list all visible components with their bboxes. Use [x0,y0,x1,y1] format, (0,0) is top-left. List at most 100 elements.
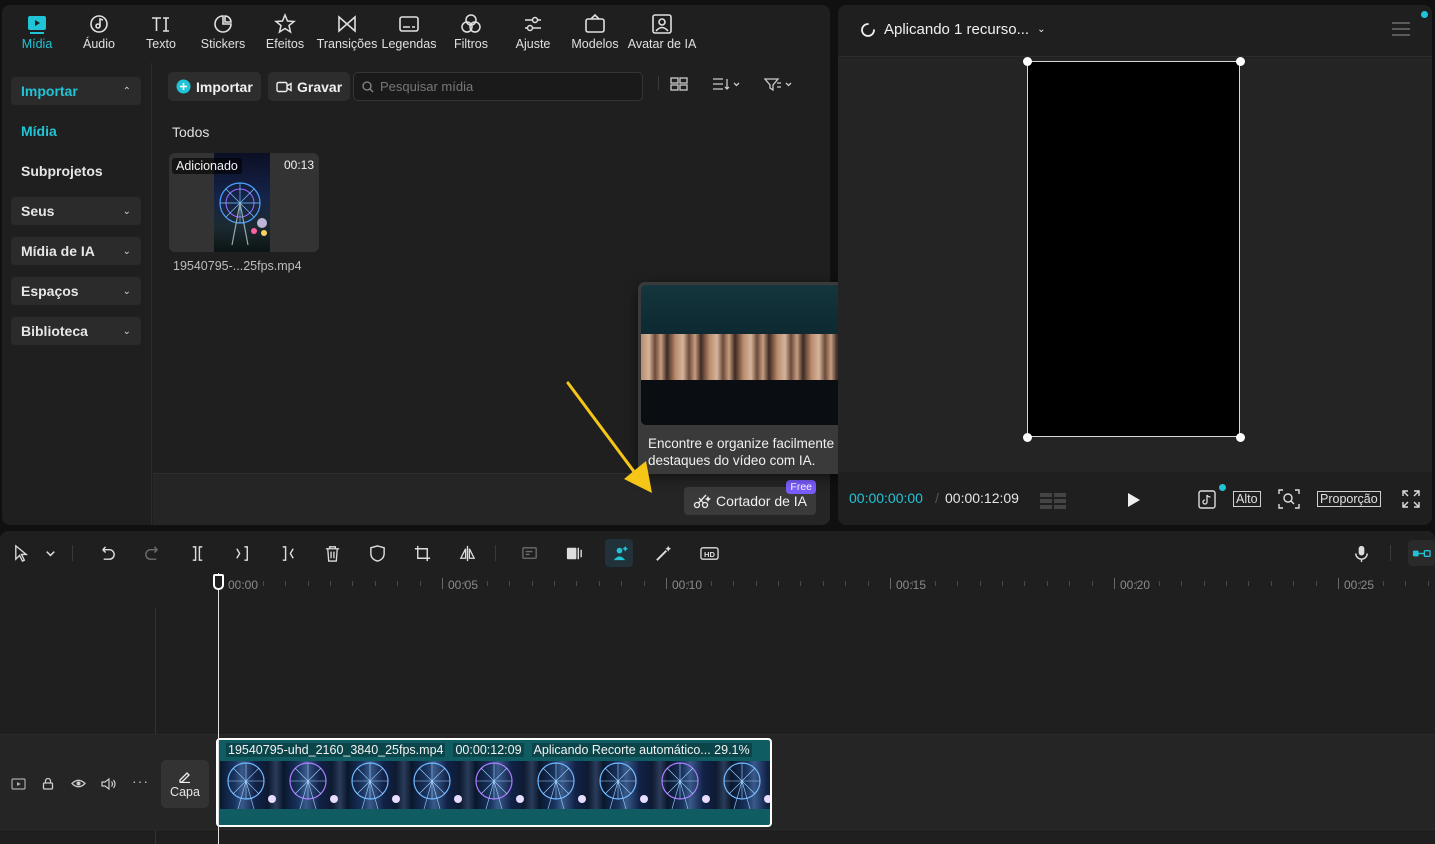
ruler-label: 00:10 [672,578,703,592]
sort-icon[interactable] [712,77,740,91]
hamburger-menu-icon[interactable] [1392,22,1410,36]
resize-handle[interactable] [1023,57,1032,66]
tab-audio[interactable]: Áudio [68,5,130,57]
sticker-icon [214,15,232,33]
import-button[interactable]: Importar [168,72,261,101]
microphone-icon[interactable] [1351,543,1371,563]
play-icon[interactable] [1127,492,1141,508]
file-name: 19540795-...25fps.mp4 [173,259,302,273]
record-button[interactable]: Gravar [268,72,351,101]
section-label: Todos [172,124,210,140]
added-badge: Adicionado [172,158,242,174]
tooltip-preview-image [641,285,855,425]
crop-icon[interactable] [412,543,432,563]
tab-transicoes[interactable]: Transições [316,5,378,57]
ruler-label: 00:00 [228,578,259,592]
trim-left-icon[interactable] [232,543,252,563]
hd-icon[interactable]: HD [699,543,719,563]
sidebar-item-biblioteca[interactable]: Biblioteca ⌄ [11,317,141,345]
separator [658,76,659,90]
playhead-line[interactable] [218,573,219,844]
tab-stickers[interactable]: Stickers [192,5,254,57]
trim-right-icon[interactable] [277,543,297,563]
resize-handle[interactable] [1023,433,1032,442]
loading-spinner-icon [861,22,875,37]
ruler-label: 00:20 [1120,578,1151,592]
volume-icon[interactable] [101,778,117,790]
tiktok-icon[interactable] [1198,489,1218,509]
grid-view-icon[interactable] [670,77,688,91]
magic-wand-icon[interactable] [653,543,673,563]
playhead-handle[interactable] [213,574,224,590]
quality-button[interactable]: Alto [1233,491,1261,507]
mirror-icon[interactable] [457,543,477,563]
search-input[interactable] [380,79,620,94]
remove-bg-icon[interactable] [520,543,540,563]
tab-filtros[interactable]: Filtros [440,5,502,57]
plus-circle-icon [176,79,191,94]
pencil-icon [179,772,190,783]
templates-icon [585,13,605,33]
chevron-down-icon: ⌄ [122,205,131,217]
timeline-toolbar: HD [0,531,1435,573]
sidebar-item-midia[interactable]: Mídia [11,117,141,145]
tab-avatar-ia[interactable]: Avatar de IA [626,5,698,57]
text-icon [152,17,169,32]
pointer-arrow [566,381,652,493]
resize-handle[interactable] [1236,57,1245,66]
tab-ajuste[interactable]: Ajuste [502,5,564,57]
transitions-icon [338,15,356,33]
preview-title[interactable]: Aplicando 1 recurso... ⌄ [860,21,1045,38]
select-tool-icon[interactable] [11,543,31,563]
undo-icon[interactable] [97,543,117,563]
dancers-strip [641,334,855,380]
auto-reframe-icon[interactable] [605,539,633,567]
preview-canvas [838,57,1432,472]
split-icon[interactable] [187,543,207,563]
tooltip-description: Encontre e organize facilmente os destaq… [648,436,853,468]
search-icon [362,80,374,92]
zoom-fit-icon[interactable] [1278,489,1300,509]
video-frame[interactable] [1027,61,1240,437]
freeze-frame-icon[interactable] [564,543,584,563]
ruler-label: 00:25 [1344,578,1375,592]
captions-icon [399,16,419,32]
filter-icon[interactable] [764,77,794,91]
current-time: 00:00:00:00 [849,490,923,506]
link-toggle-icon[interactable] [1408,540,1435,566]
tab-legendas[interactable]: Legendas [378,5,440,57]
fullscreen-icon[interactable] [1402,490,1420,508]
resize-handle[interactable] [1236,433,1245,442]
ai-cutter-button[interactable]: Cortador de IA Free [684,480,816,515]
eye-icon[interactable] [71,778,86,789]
preview-header: Aplicando 1 recurso... ⌄ [838,5,1432,57]
delete-icon[interactable] [322,543,342,563]
sidebar-item-subprojetos[interactable]: Subprojetos [11,157,141,185]
sidebar-item-importar[interactable]: Importar ⌃ [11,77,141,105]
adjust-icon [525,16,541,32]
shield-icon[interactable] [367,543,387,563]
time-separator: / [935,490,939,506]
track-video-icon[interactable] [11,778,26,790]
tab-midia[interactable]: Mídia [6,5,68,57]
media-thumbnail[interactable]: Adicionado 00:13 [169,153,319,252]
sidebar-item-midia-de-ia[interactable]: Mídia de IA ⌄ [11,237,141,265]
more-icon[interactable]: ··· [132,773,149,789]
preview-panel: Aplicando 1 recurso... ⌄ 00:00:00:00 / 0… [838,5,1432,525]
video-clip[interactable]: 19540795-uhd_2160_3840_25fps.mp4 00:00:1… [216,738,772,827]
ai-cutter-tooltip: Encontre e organize facilmente os destaq… [638,282,858,474]
tab-efeitos[interactable]: Efeitos [254,5,316,57]
clip-duration: 00:00:12:09 [453,742,524,757]
tab-modelos[interactable]: Modelos [564,5,626,57]
sidebar-item-espacos[interactable]: Espaços ⌄ [11,277,141,305]
lock-icon[interactable] [42,777,54,790]
preview-controls: 00:00:00:00 / 00:00:12:09 Alto Proporção [838,472,1432,525]
tab-texto[interactable]: Texto [130,5,192,57]
sidebar-item-seus[interactable]: Seus ⌄ [11,197,141,225]
chevron-down-icon[interactable] [40,543,60,563]
svg-text:HD: HD [704,549,715,558]
cover-button[interactable]: Capa [161,760,209,808]
redo-icon[interactable] [142,543,162,563]
ruler-label: 00:15 [896,578,927,592]
aspect-ratio-button[interactable]: Proporção [1317,491,1381,507]
